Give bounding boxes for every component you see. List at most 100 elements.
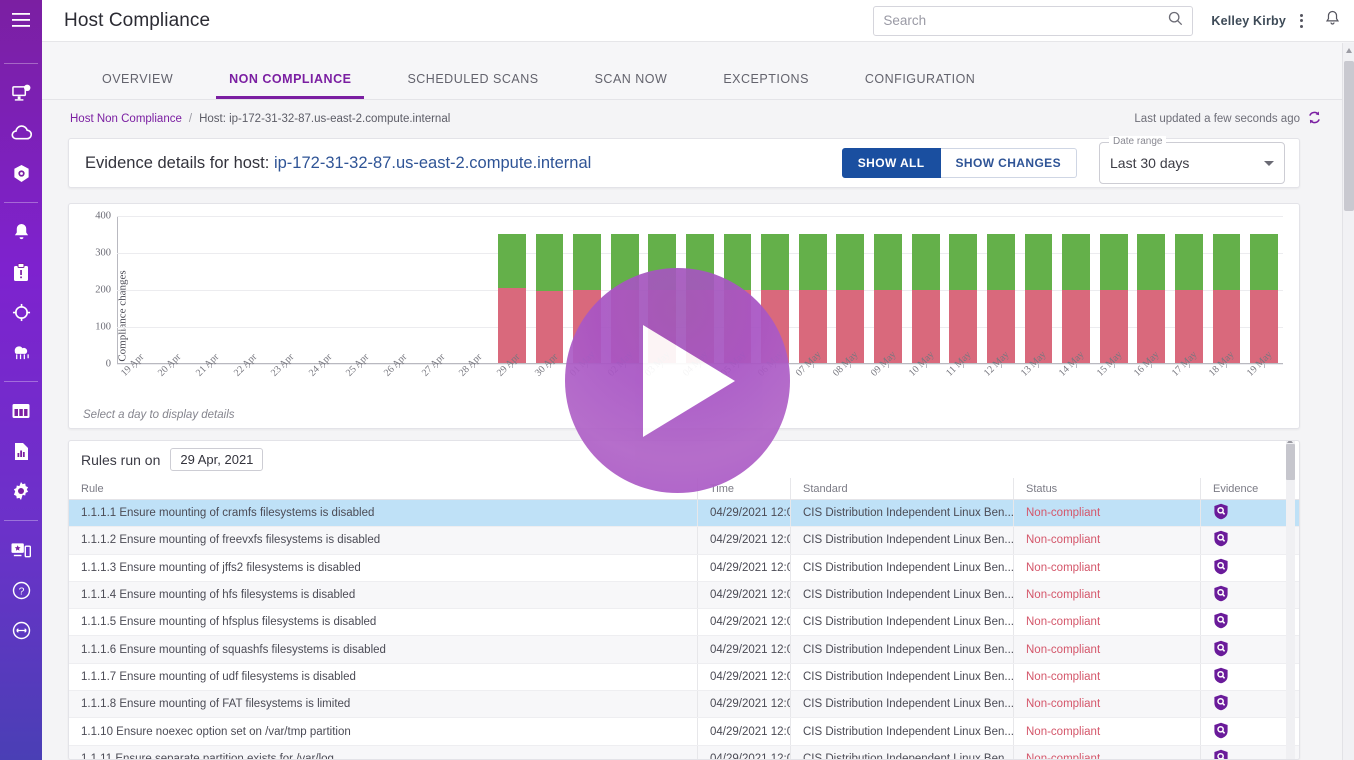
chart-bar-slot[interactable] bbox=[493, 216, 531, 368]
more-options-icon[interactable] bbox=[1300, 13, 1303, 28]
refresh-icon[interactable] bbox=[1307, 110, 1322, 128]
table-row[interactable]: 1.1.1.3 Ensure mounting of jffs2 filesys… bbox=[69, 554, 1299, 582]
table-row[interactable]: 1.1.1.8 Ensure mounting of FAT filesyste… bbox=[69, 691, 1299, 719]
help-circle-icon[interactable]: ? bbox=[0, 570, 42, 610]
chart-bar-slot[interactable] bbox=[1095, 216, 1133, 368]
chart-stacked-bar[interactable] bbox=[949, 234, 978, 363]
tab-scan-now[interactable]: SCAN NOW bbox=[595, 72, 668, 99]
table-scrollbar-thumb[interactable] bbox=[1286, 444, 1295, 480]
chart-bar-slot[interactable] bbox=[1170, 216, 1208, 368]
date-range-select[interactable]: Date range Last 30 days bbox=[1099, 136, 1285, 184]
column-header-standard[interactable]: Standard bbox=[791, 483, 1013, 495]
breadcrumb-root[interactable]: Host Non Compliance bbox=[70, 113, 182, 125]
chart-bar-slot[interactable] bbox=[982, 216, 1020, 368]
evidence-host-name[interactable]: ip-172-31-32-87.us-east-2.compute.intern… bbox=[274, 154, 591, 172]
evidence-shield-search-icon[interactable] bbox=[1201, 749, 1287, 759]
rules-run-on-date[interactable]: 29 Apr, 2021 bbox=[170, 448, 264, 471]
search-input[interactable] bbox=[883, 13, 1169, 28]
column-header-status[interactable]: Status bbox=[1014, 483, 1200, 495]
search-icon[interactable] bbox=[1168, 11, 1183, 31]
tab-non-compliance[interactable]: NON COMPLIANCE bbox=[216, 72, 365, 99]
chevron-down-icon[interactable] bbox=[1264, 160, 1274, 166]
tab-exceptions[interactable]: EXCEPTIONS bbox=[723, 72, 809, 99]
chart-bar-slot[interactable] bbox=[230, 216, 268, 368]
column-header-evidence[interactable]: Evidence bbox=[1201, 483, 1287, 495]
scroll-up-arrow-icon[interactable] bbox=[1287, 441, 1293, 443]
chart-bar-slot[interactable] bbox=[1245, 216, 1283, 368]
page-scroll-up-arrow-icon[interactable] bbox=[1345, 48, 1352, 53]
chart-stacked-bar[interactable] bbox=[911, 234, 940, 363]
table-row[interactable]: 1.1.1.4 Ensure mounting of hfs filesyste… bbox=[69, 581, 1299, 610]
table-row[interactable]: 1.1.10 Ensure noexec option set on /var/… bbox=[69, 718, 1299, 746]
chart-bar-slot[interactable] bbox=[305, 216, 343, 368]
tab-configuration[interactable]: CONFIGURATION bbox=[865, 72, 975, 99]
page-scrollbar[interactable] bbox=[1342, 43, 1354, 760]
column-header-rule[interactable]: Rule bbox=[69, 483, 697, 495]
chart-stacked-bar[interactable] bbox=[986, 234, 1015, 363]
chart-stacked-bar[interactable] bbox=[1024, 234, 1053, 363]
brain-network-icon[interactable] bbox=[0, 332, 42, 372]
chart-bar-slot[interactable] bbox=[1132, 216, 1170, 368]
chart-stacked-bar[interactable] bbox=[1212, 234, 1241, 363]
chart-bar-slot[interactable] bbox=[117, 216, 155, 368]
chart-bar-slot[interactable] bbox=[267, 216, 305, 368]
table-row[interactable]: 1.1.11 Ensure separate partition exists … bbox=[69, 745, 1299, 759]
evidence-shield-search-icon[interactable] bbox=[1201, 585, 1287, 605]
chart-stacked-bar[interactable] bbox=[1137, 234, 1166, 363]
shield-target-icon[interactable] bbox=[0, 292, 42, 332]
chart-stacked-bar[interactable] bbox=[874, 234, 902, 363]
chart-stacked-bar[interactable] bbox=[535, 234, 564, 363]
chart-stacked-bar[interactable] bbox=[798, 234, 827, 363]
chart-bar-slot[interactable] bbox=[1020, 216, 1058, 368]
chart-stacked-bar[interactable] bbox=[1174, 234, 1203, 363]
chart-bar-slot[interactable] bbox=[380, 216, 418, 368]
show-changes-button[interactable]: SHOW CHANGES bbox=[940, 148, 1077, 178]
devices-star-icon[interactable] bbox=[0, 530, 42, 570]
table-scrollbar[interactable] bbox=[1286, 441, 1295, 759]
table-row[interactable]: 1.1.1.5 Ensure mounting of hfsplus files… bbox=[69, 609, 1299, 637]
hamburger-icon[interactable] bbox=[12, 13, 30, 32]
bell-icon[interactable] bbox=[0, 212, 42, 252]
chart-stacked-bar[interactable] bbox=[497, 234, 526, 363]
search-box[interactable] bbox=[873, 5, 1194, 36]
tab-overview[interactable]: OVERVIEW bbox=[102, 72, 173, 99]
table-row[interactable]: 1.1.1.1 Ensure mounting of cramfs filesy… bbox=[69, 500, 1299, 528]
page-scrollbar-thumb[interactable] bbox=[1344, 61, 1354, 211]
notifications-bell-icon[interactable] bbox=[1325, 10, 1340, 32]
evidence-shield-search-icon[interactable] bbox=[1201, 558, 1287, 578]
chart-bar-slot[interactable] bbox=[832, 216, 870, 368]
chart-bar-slot[interactable] bbox=[343, 216, 381, 368]
chart-stacked-bar[interactable] bbox=[1250, 234, 1278, 363]
table-row[interactable]: 1.1.1.7 Ensure mounting of udf filesyste… bbox=[69, 663, 1299, 692]
chart-bar-slot[interactable] bbox=[794, 216, 832, 368]
chart-bar-slot[interactable] bbox=[907, 216, 945, 368]
chart-bar-slot[interactable] bbox=[192, 216, 230, 368]
monitor-add-icon[interactable] bbox=[0, 73, 42, 113]
chart-bar-slot[interactable] bbox=[418, 216, 456, 368]
play-icon[interactable] bbox=[565, 268, 790, 493]
clipboard-alert-icon[interactable] bbox=[0, 252, 42, 292]
grid-dashboard-icon[interactable] bbox=[0, 391, 42, 431]
chart-stacked-bar[interactable] bbox=[1062, 234, 1090, 363]
chart-bar-slot[interactable] bbox=[155, 216, 193, 368]
chart-stacked-bar[interactable] bbox=[1099, 234, 1128, 363]
evidence-shield-search-icon[interactable] bbox=[1201, 530, 1287, 550]
tab-scheduled-scans[interactable]: SCHEDULED SCANS bbox=[407, 72, 538, 99]
evidence-shield-search-icon[interactable] bbox=[1201, 667, 1287, 687]
user-name[interactable]: Kelley Kirby bbox=[1211, 14, 1286, 28]
report-chart-icon[interactable] bbox=[0, 431, 42, 471]
capsule-icon[interactable] bbox=[0, 610, 42, 650]
evidence-shield-search-icon[interactable] bbox=[1201, 722, 1287, 742]
cloud-icon[interactable] bbox=[0, 113, 42, 153]
table-row[interactable]: 1.1.1.6 Ensure mounting of squashfs file… bbox=[69, 636, 1299, 664]
chart-bar-slot[interactable] bbox=[531, 216, 569, 368]
chart-bar-slot[interactable] bbox=[455, 216, 493, 368]
evidence-shield-search-icon[interactable] bbox=[1201, 612, 1287, 632]
chart-bar-slot[interactable] bbox=[869, 216, 907, 368]
evidence-shield-search-icon[interactable] bbox=[1201, 694, 1287, 714]
table-row[interactable]: 1.1.1.2 Ensure mounting of freevxfs file… bbox=[69, 527, 1299, 555]
evidence-shield-search-icon[interactable] bbox=[1201, 503, 1287, 523]
show-all-button[interactable]: SHOW ALL bbox=[841, 148, 941, 178]
evidence-shield-search-icon[interactable] bbox=[1201, 640, 1287, 660]
chart-bar-slot[interactable] bbox=[944, 216, 982, 368]
